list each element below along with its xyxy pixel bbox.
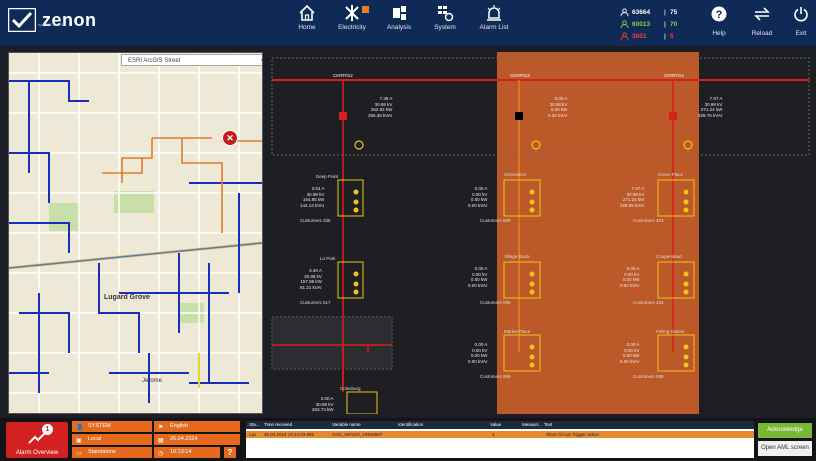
bus-label-2: CKRF013 [510,73,530,78]
status-system[interactable]: 👤 SYSTEM [72,421,152,432]
station-customers: Customers 333 [633,300,664,305]
map-town-label-2: Jerome [142,378,163,384]
station-name: Deep Point [316,174,339,179]
diagram-canvas [271,52,810,414]
station-readings: 0.00 A 0.00 kV 0.00 kW 0.00 kVAr [620,342,640,364]
user-icon: 👤 [76,425,84,431]
alarm-count-badge: 1 [42,424,53,435]
help-icon: ? [711,6,727,22]
svg-text:?: ? [716,9,723,21]
status-standalone: ▭ Standalone [72,447,152,458]
station-customers: Customers 999 [480,374,511,379]
system-icon [438,6,454,22]
status-time: ◷ 10:13:14 [154,447,220,458]
station-readings: 0.00 A 0.00 kV 0.00 kW 0.00 kVAr [468,266,488,288]
user-icon [620,7,629,16]
station-readings: 3.54 A 30.98 kV 154.85 kW 144.13 kVAr [300,186,325,208]
feeder-reading-1: 7.38 A 30.98 kV 252.82 kW 256.35 kVAr [368,96,393,118]
feeder-reading-2: 0.00 A 30.98 kV 0.00 kW 0.00 kVAr [548,96,568,118]
electricity-icon [345,5,359,21]
fault-marker-icon[interactable]: ✕ [222,130,238,146]
station-name: Felling Station [656,329,685,334]
station-readings: 0.00 A 0.00 kV 0.00 kW 0.00 kVAr [468,186,488,208]
nav-electricity[interactable]: Electricity [329,4,375,42]
station-readings: 3.40 A 30.98 kV 157.98 kW 91.21 kVAr [300,268,322,290]
station-name: Colesburg [340,386,361,391]
alarm-table-header: Sta... Time received Variable name Ident… [246,421,754,429]
station-readings: 0.00 A 30.98 kV 263.73 kW [312,396,334,412]
logo-text: zenon [42,9,97,30]
reload-icon [754,7,770,21]
power-icon [794,7,808,22]
user-icon [620,31,629,40]
map-view[interactable]: ESRI ArcGIS Street ▾ Lugard Grove Jerome… [8,52,263,414]
map-canvas [9,53,262,413]
map-layer-select[interactable]: ESRI ArcGIS Street ▾ [121,54,262,67]
station-name: Lo Park [320,256,336,261]
station-customers: Customers 403 [633,218,664,223]
logo-check-icon [8,8,36,32]
nav-system[interactable]: System [422,4,468,42]
counter-fault: 3651 | 5 [620,30,700,42]
monitor-icon: ▭ [76,451,82,457]
single-line-diagram[interactable]: CKRF012 CKRF013 CKRF014 7.38 A 30.98 kV 25… [268,52,814,414]
station-name: Green Place [658,172,684,177]
nav-alarm-list[interactable]: Alarm List [471,4,517,42]
bus-label-3: CKRF014 [664,73,684,78]
lock-icon: ▣ [76,438,82,444]
acknowledge-button[interactable]: Acknowledge [758,423,812,438]
zenon-logo: zenon [8,8,97,32]
station-customers: Customers 335 [300,218,331,223]
alarm-table[interactable]: Sta... Time received Variable name Ident… [246,421,754,458]
flag-icon: ⚑ [158,425,164,431]
logo-subtext: by ESTLOGIX [38,22,64,27]
top-bar: zenon by ESTLOGIX Home Electricity Analy… [0,0,816,46]
home-icon [299,4,315,21]
reload-button[interactable]: Reload [747,6,777,37]
station-name: Village Block [504,254,530,259]
status-date: ▦ 26.04.2024 [154,434,240,445]
counter-total: 63664 | 75 [620,6,700,18]
station-customers: Customers 999 [633,374,664,379]
help-button[interactable]: ? Help [704,6,734,37]
status-local[interactable]: ▣ Local [72,434,152,445]
nav-analysis[interactable]: Analysis [376,4,422,42]
alarm-bell-icon [487,5,501,21]
station-readings: 0.00 A 0.00 kV 0.00 kW 0.00 kVAr [468,342,488,364]
station-name: Market Place [504,329,531,334]
station-readings: 0.00 A 0.00 kV 0.00 kW 0.00 kVAr [620,266,640,288]
status-help-button[interactable]: ? [224,447,236,458]
exit-button[interactable]: Exit [786,6,816,37]
calendar-icon: ▦ [158,438,164,444]
counter-ok: 60013 | 70 [620,18,700,30]
clock-icon: ◷ [158,451,164,457]
table-row[interactable]: Lac 26.04.2024 10:12:03.865 CGS_SENSO_UN… [246,431,754,438]
station-customers: Customers 517 [300,300,331,305]
station-customers: Customers 999 [480,300,511,305]
user-icon [620,19,629,28]
feeder-reading-3: 7.97 A 30.98 kV 271.24 kW 329.76 kVAr [698,96,723,118]
analysis-icon [393,6,406,20]
status-language[interactable]: ⚑ English [154,421,240,432]
station-readings: 7.97 A 30.98 kV 271.24 kW 329.95 kVAr [620,186,645,208]
station-customers: Customers 999 [480,218,511,223]
bus-label-1: CKRF012 [333,73,353,78]
alarm-counters: 63664 | 75 60013 | 70 3651 | 5 [620,6,700,42]
station-name: Generation [504,172,527,177]
chevron-down-icon: ▾ [261,55,262,67]
open-aml-screen-button[interactable]: Open AML screen [758,441,812,456]
station-name: Cooperstead [656,254,682,259]
status-panel: 👤 SYSTEM ⚑ English ▣ Local ▦ 26.04.2024 ▭ Sta… [72,421,240,459]
nav-home[interactable]: Home [284,4,330,42]
alarm-overview-button[interactable]: 1 Alarm Overview [6,422,68,458]
map-town-label: Lugard Grove [104,294,150,301]
electricity-alert-badge [362,6,369,13]
